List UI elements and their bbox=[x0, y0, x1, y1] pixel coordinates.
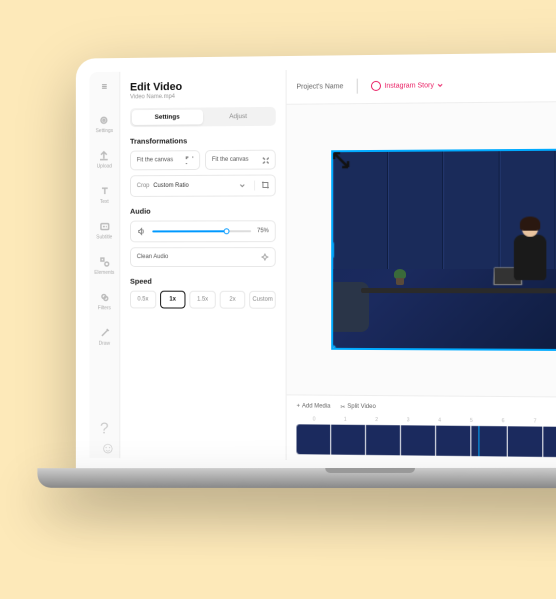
volume-control: 75% bbox=[130, 220, 276, 242]
format-label: Instagram Story bbox=[384, 82, 434, 90]
sidebar-label: Draw bbox=[99, 341, 110, 347]
transformations-section: Transformations Fit the canvas Fit the c… bbox=[130, 136, 276, 197]
elements-icon bbox=[99, 256, 111, 268]
speed-1-5x[interactable]: 1.5x bbox=[190, 291, 216, 309]
button-label: Add Media bbox=[302, 403, 330, 409]
app-screen: ≡ Settings Upload Text Subtitle Elements… bbox=[89, 66, 556, 465]
playhead[interactable] bbox=[478, 424, 479, 456]
timeline-clip[interactable] bbox=[543, 427, 556, 458]
help-icon[interactable]: ? bbox=[100, 421, 110, 431]
speed-section: Speed 0.5x 1x 1.5x 2x Custom bbox=[130, 277, 276, 309]
video-content bbox=[333, 150, 556, 349]
timeline-clip[interactable] bbox=[472, 426, 506, 457]
settings-panel: Edit Video Video Name.mp4 Settings Adjus… bbox=[120, 70, 286, 460]
sidebar-settings[interactable]: Settings bbox=[96, 114, 113, 134]
add-media-button[interactable]: + Add Media bbox=[296, 403, 330, 409]
tab-adjust[interactable]: Adjust bbox=[203, 109, 274, 125]
speed-1x[interactable]: 1x bbox=[160, 291, 186, 309]
clean-audio-button[interactable]: Clean Audio bbox=[130, 247, 276, 267]
resize-handle-arrow[interactable] bbox=[331, 150, 351, 170]
timeline-track[interactable] bbox=[296, 424, 556, 458]
sidebar-label: Upload bbox=[97, 164, 112, 170]
laptop-frame: ≡ Settings Upload Text Subtitle Elements… bbox=[76, 51, 556, 478]
laptop-base bbox=[37, 468, 556, 488]
speed-0-5x[interactable]: 0.5x bbox=[130, 291, 156, 309]
panel-tabs: Settings Adjust bbox=[130, 107, 276, 127]
video-frame[interactable] bbox=[331, 148, 556, 351]
sidebar-label: Text bbox=[100, 199, 109, 205]
tab-settings[interactable]: Settings bbox=[132, 110, 203, 125]
crop-value: Custom Ratio bbox=[153, 183, 238, 189]
sidebar-filters[interactable]: Filters bbox=[98, 292, 111, 312]
crop-label: Crop bbox=[137, 183, 150, 189]
timeline-clip[interactable] bbox=[366, 425, 400, 455]
button-label: Fit the canvas bbox=[137, 157, 173, 163]
fit-canvas-button-2[interactable]: Fit the canvas bbox=[205, 150, 276, 170]
button-label: Fit the canvas bbox=[212, 157, 249, 163]
volume-percent: 75% bbox=[257, 228, 269, 234]
chevron-down-icon bbox=[437, 82, 443, 88]
project-name[interactable]: Project's Name bbox=[296, 83, 343, 90]
panel-filename: Video Name.mp4 bbox=[130, 93, 276, 100]
section-title: Speed bbox=[130, 277, 276, 286]
playbar: + Add Media ✂ Split Video ⏮ 00:02:23 ⏭ 0… bbox=[287, 394, 556, 464]
timeline-clip[interactable] bbox=[401, 425, 435, 455]
sidebar-label: Elements bbox=[94, 270, 114, 276]
left-iconbar: ≡ Settings Upload Text Subtitle Elements… bbox=[89, 72, 120, 458]
section-title: Audio bbox=[130, 206, 276, 215]
draw-icon bbox=[99, 327, 111, 339]
timeline-clip[interactable] bbox=[507, 426, 542, 457]
canvas-topbar: Project's Name | Instagram Story ↶ bbox=[287, 66, 556, 105]
speed-custom[interactable]: Custom bbox=[250, 291, 276, 309]
slider-fill bbox=[152, 230, 226, 232]
expand-out-icon bbox=[261, 156, 269, 164]
timeline-clip[interactable] bbox=[296, 424, 330, 454]
timeline-clip[interactable] bbox=[331, 425, 365, 455]
button-label: Split Video bbox=[347, 404, 375, 410]
chevron-down-icon bbox=[238, 182, 246, 190]
resize-handle-left[interactable] bbox=[331, 241, 334, 259]
sidebar-upload[interactable]: Upload bbox=[97, 150, 112, 170]
sidebar-subtitle[interactable]: Subtitle bbox=[96, 221, 112, 241]
audio-section: Audio 75% Clean Audio bbox=[130, 206, 276, 267]
crop-dropdown[interactable]: Crop Custom Ratio bbox=[130, 174, 276, 196]
volume-slider[interactable] bbox=[152, 230, 251, 232]
upload-icon bbox=[99, 150, 111, 162]
sidebar-label: Settings bbox=[96, 128, 113, 134]
canvas-stage[interactable] bbox=[287, 101, 556, 397]
fit-canvas-button-1[interactable]: Fit the canvas bbox=[130, 150, 200, 170]
menu-icon[interactable]: ≡ bbox=[102, 82, 108, 93]
sidebar-elements[interactable]: Elements bbox=[94, 256, 114, 276]
panel-title: Edit Video bbox=[130, 80, 276, 93]
volume-icon[interactable] bbox=[137, 227, 147, 237]
sidebar-draw[interactable]: Draw bbox=[99, 327, 111, 347]
speed-buttons: 0.5x 1x 1.5x 2x Custom bbox=[130, 291, 276, 309]
sidebar-label: Filters bbox=[98, 305, 111, 311]
gear-icon bbox=[99, 114, 111, 126]
format-dropdown[interactable]: Instagram Story bbox=[371, 80, 443, 91]
speed-2x[interactable]: 2x bbox=[219, 291, 245, 309]
timeline-clip[interactable] bbox=[436, 426, 470, 456]
slider-thumb[interactable] bbox=[223, 228, 229, 234]
filters-icon bbox=[99, 292, 111, 304]
canvas-area: Project's Name | Instagram Story ↶ bbox=[287, 66, 556, 465]
text-icon bbox=[99, 185, 111, 197]
button-label: Clean Audio bbox=[137, 254, 168, 260]
subtitle-icon bbox=[99, 221, 111, 233]
sidebar-label: Subtitle bbox=[96, 234, 112, 240]
split-video-button[interactable]: ✂ Split Video bbox=[340, 403, 375, 410]
sidebar-text[interactable]: Text bbox=[99, 185, 111, 205]
sparkle-icon bbox=[261, 253, 269, 261]
expand-icon bbox=[185, 156, 193, 164]
section-title: Transformations bbox=[130, 136, 276, 146]
crop-icon[interactable] bbox=[254, 181, 269, 191]
user-icon[interactable]: ☺ bbox=[100, 440, 110, 450]
